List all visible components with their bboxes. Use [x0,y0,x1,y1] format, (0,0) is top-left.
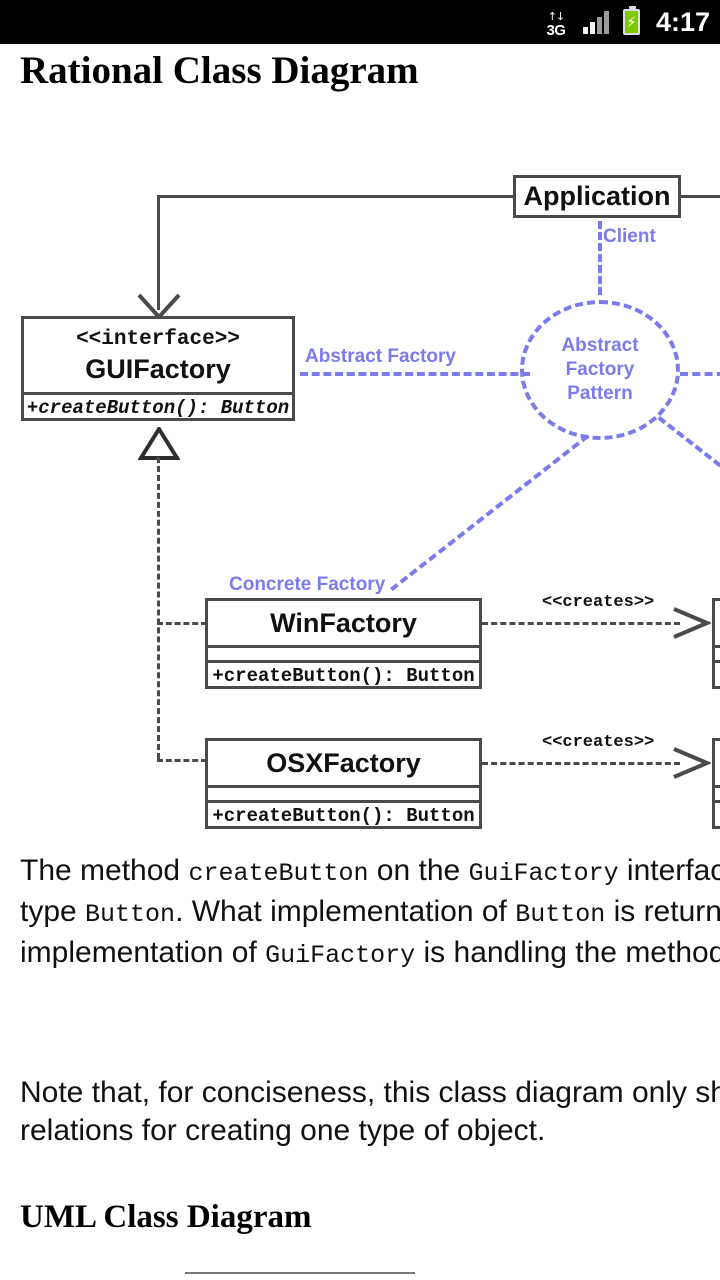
status-bar: ↑↓ 3G ⚡ 4:17 [0,0,720,44]
class-box-osxfactory: OSXFactory +createButton(): Button [205,738,482,829]
section-title-uml-class-diagram: UML Class Diagram [20,1199,312,1235]
p1-part2: on the [368,854,469,887]
p1-code3: Button [85,900,176,929]
rational-class-diagram-image: Application Client Abstract Factory Patt… [0,116,720,829]
method-osxfactory-createbutton: +createButton(): Button [212,805,475,827]
pattern-link-concrete-product [657,416,720,561]
pattern-link-abstract-factory [300,372,530,376]
pattern-circle-line1: Abstract [561,335,639,356]
pattern-link-right [680,372,720,376]
pattern-circle-label: Abstract Factory Pattern [561,334,638,406]
p1-code5: GuiFactory [265,941,416,970]
next-diagram-top-edge [185,1272,415,1274]
class-name-osxfactory: OSXFactory [266,747,421,778]
role-label-concrete-factory: Concrete Factory [229,574,386,595]
p1-part1: The method [20,854,189,887]
network-3g-icon: ↑↓ 3G [543,6,569,38]
battery-charging-icon: ⚡ [622,6,640,35]
p1-part6: is handling the method call. [423,936,720,969]
status-bar-clock: 4:17 [655,6,710,37]
realization-line-vertical [157,457,160,759]
status-bar-icons: ↑↓ 3G ⚡ 4:17 [543,5,710,39]
network-type-label: 3G [546,22,566,39]
class-name-guifactory: GUIFactory [85,353,231,384]
charging-bolt-icon: ⚡ [626,13,637,31]
article-content: Rational Class Diagram Application Clien… [0,44,720,1280]
p1-code4: Button [515,900,606,929]
role-label-abstract-factory: Abstract Factory [305,346,456,367]
p1-code1: createButton [188,859,369,888]
arrowhead-creates-osxfactory-icon [673,747,711,779]
realization-branch-winfactory [157,622,207,625]
creates-line-winfactory [482,622,680,625]
method-winfactory-createbutton: +createButton(): Button [212,665,475,687]
pattern-circle-line3: Pattern [567,383,633,404]
class-box-guifactory: <<interface>> GUIFactory +createButton()… [21,316,295,421]
pattern-link-concrete-factory [390,434,590,592]
page-title: Rational Class Diagram [20,49,419,92]
signal-bars-icon [582,10,609,34]
connector-application-left [159,195,515,198]
stereotype-interface: <<interface>> [76,327,240,351]
method-guifactory-createbutton: +createButton(): Button [26,397,290,419]
class-box-product-win-clipped [712,598,720,689]
pattern-circle-line2: Factory [565,359,635,380]
phone-screen: ↑↓ 3G ⚡ 4:17 Rational Class Diagram Appl… [0,0,720,1280]
p1-part4: . What implementation of [175,895,516,928]
connector-application-right [681,195,720,198]
pattern-circle-abstract-factory: Abstract Factory Pattern [520,300,680,440]
realization-branch-osxfactory [157,759,207,762]
role-label-client: Client [603,226,656,247]
class-box-winfactory: WinFactory +createButton(): Button [205,598,482,689]
class-box-application: Application [513,175,681,218]
class-name-application: Application [523,181,671,211]
paragraph-conciseness-note: Note that, for conciseness, this class d… [20,1076,720,1147]
stereotype-creates-winfactory: <<creates>> [542,593,655,612]
stereotype-creates-osxfactory: <<creates>> [542,733,655,752]
arrowhead-creates-winfactory-icon [673,607,711,639]
realization-triangle-icon [138,427,180,460]
pattern-link-client [598,221,602,295]
p1-code2: GuiFactory [468,859,619,888]
class-box-product-osx-clipped [712,738,720,829]
creates-line-osxfactory [482,762,680,765]
paragraph-method-explanation: The method createButton on the GuiFactor… [20,852,720,975]
class-name-winfactory: WinFactory [270,607,417,638]
